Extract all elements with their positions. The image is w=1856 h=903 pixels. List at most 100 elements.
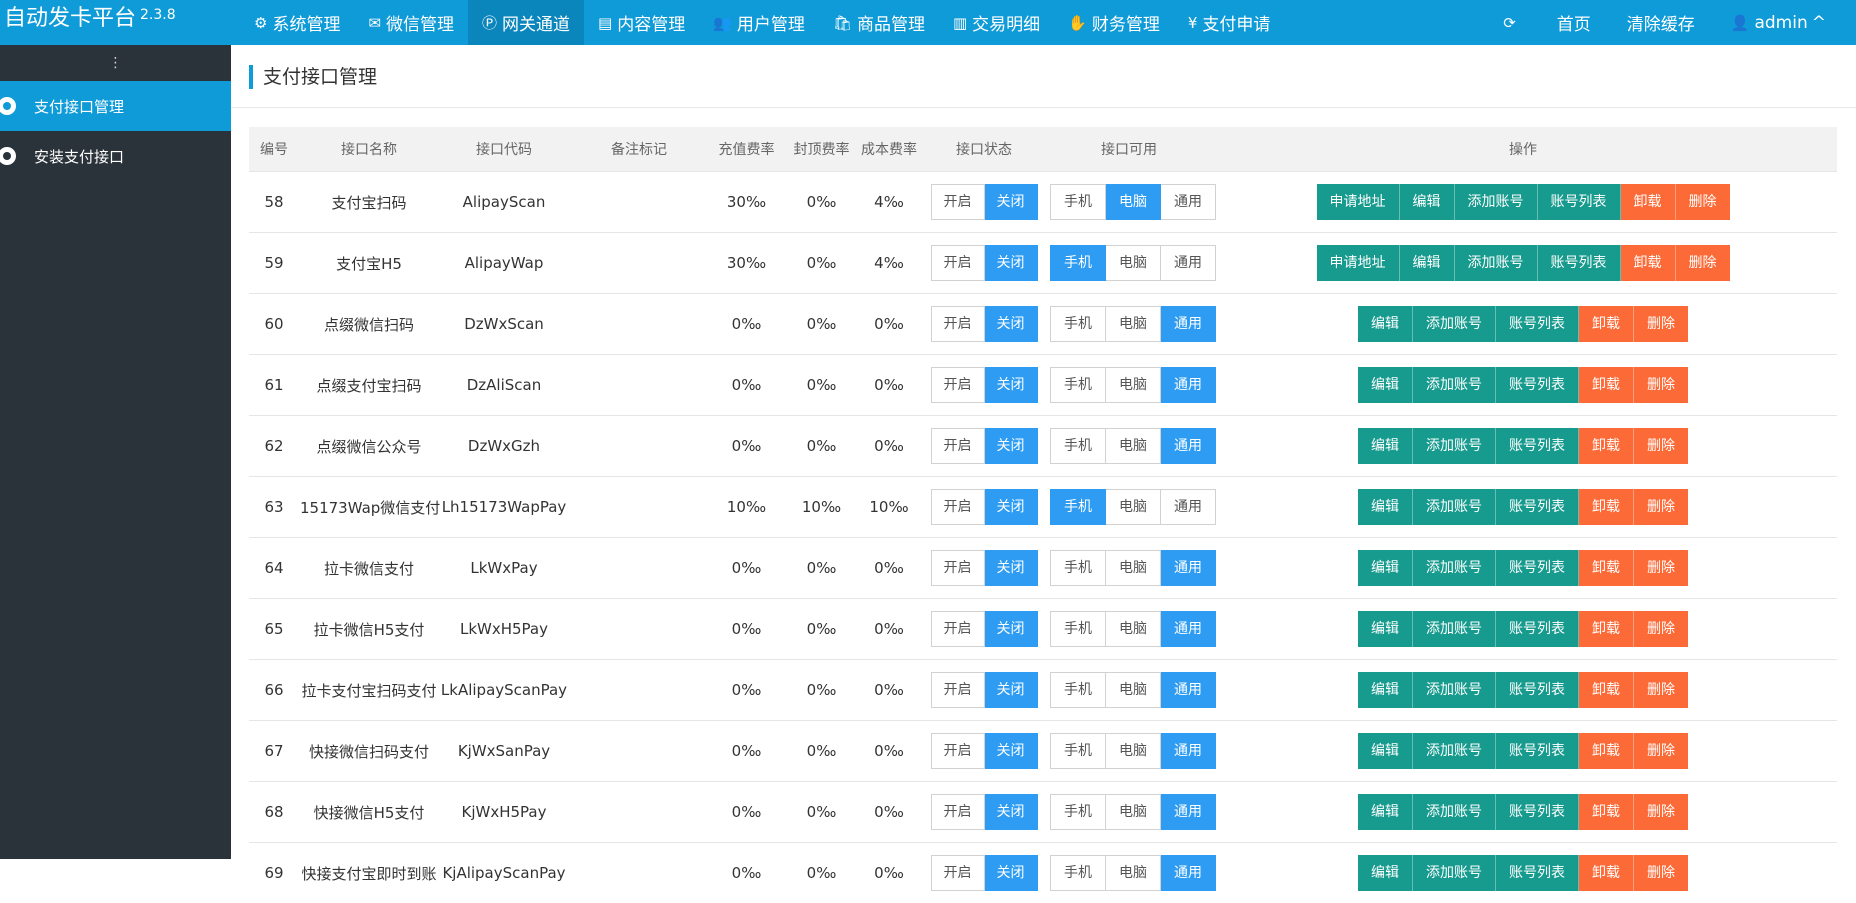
account-list-button[interactable]: 账号列表 xyxy=(1538,184,1621,220)
refresh-button[interactable]: ⟳ xyxy=(1485,0,1539,45)
status-option[interactable]: 关闭 xyxy=(985,306,1038,342)
availability-option[interactable]: 手机 xyxy=(1050,184,1106,220)
nav-item-4[interactable]: 👥用户管理 xyxy=(699,0,819,45)
status-option[interactable]: 开启 xyxy=(931,672,985,708)
availability-option[interactable]: 通用 xyxy=(1161,733,1216,769)
availability-option[interactable]: 电脑 xyxy=(1106,672,1161,708)
delete-button[interactable]: 删除 xyxy=(1634,306,1688,342)
unload-button[interactable]: 卸载 xyxy=(1579,855,1634,891)
sidebar-item-install-payment-interface[interactable]: 安装支付接口 xyxy=(0,131,231,181)
edit-button[interactable]: 编辑 xyxy=(1358,367,1413,403)
availability-option[interactable]: 电脑 xyxy=(1106,245,1161,281)
availability-option[interactable]: 手机 xyxy=(1050,611,1106,647)
unload-button[interactable]: 卸载 xyxy=(1579,794,1634,830)
add-account-button[interactable]: 添加账号 xyxy=(1413,367,1496,403)
status-option[interactable]: 开启 xyxy=(931,489,985,525)
account-list-button[interactable]: 账号列表 xyxy=(1496,733,1579,769)
status-option[interactable]: 开启 xyxy=(931,428,985,464)
availability-option[interactable]: 通用 xyxy=(1161,306,1216,342)
nav-item-3[interactable]: ▤内容管理 xyxy=(584,0,699,45)
nav-item-6[interactable]: ▥交易明细 xyxy=(939,0,1054,45)
unload-button[interactable]: 卸载 xyxy=(1579,489,1634,525)
status-option[interactable]: 开启 xyxy=(931,794,985,830)
status-option[interactable]: 关闭 xyxy=(985,672,1038,708)
status-option[interactable]: 关闭 xyxy=(985,611,1038,647)
delete-button[interactable]: 删除 xyxy=(1634,550,1688,586)
add-account-button[interactable]: 添加账号 xyxy=(1413,306,1496,342)
status-option[interactable]: 关闭 xyxy=(985,428,1038,464)
status-option[interactable]: 开启 xyxy=(931,733,985,769)
edit-button[interactable]: 编辑 xyxy=(1358,550,1413,586)
apply-button[interactable]: 申请地址 xyxy=(1317,245,1400,281)
availability-option[interactable]: 电脑 xyxy=(1106,306,1161,342)
availability-option[interactable]: 电脑 xyxy=(1106,489,1161,525)
availability-option[interactable]: 手机 xyxy=(1050,489,1106,525)
add-account-button[interactable]: 添加账号 xyxy=(1413,550,1496,586)
availability-option[interactable]: 电脑 xyxy=(1106,733,1161,769)
nav-item-7[interactable]: ✋财务管理 xyxy=(1054,0,1174,45)
edit-button[interactable]: 编辑 xyxy=(1358,428,1413,464)
availability-option[interactable]: 手机 xyxy=(1050,550,1106,586)
edit-button[interactable]: 编辑 xyxy=(1358,794,1413,830)
account-list-button[interactable]: 账号列表 xyxy=(1496,672,1579,708)
unload-button[interactable]: 卸载 xyxy=(1579,367,1634,403)
status-option[interactable]: 关闭 xyxy=(985,855,1038,891)
nav-item-0[interactable]: ⚙系统管理 xyxy=(240,0,354,45)
nav-item-8[interactable]: ¥支付申请 xyxy=(1174,0,1285,45)
add-account-button[interactable]: 添加账号 xyxy=(1413,428,1496,464)
account-list-button[interactable]: 账号列表 xyxy=(1496,367,1579,403)
delete-button[interactable]: 删除 xyxy=(1634,611,1688,647)
nav-item-5[interactable]: 🛍商品管理 xyxy=(819,0,939,45)
availability-option[interactable]: 电脑 xyxy=(1106,611,1161,647)
account-list-button[interactable]: 账号列表 xyxy=(1496,550,1579,586)
add-account-button[interactable]: 添加账号 xyxy=(1413,489,1496,525)
availability-option[interactable]: 手机 xyxy=(1050,794,1106,830)
status-option[interactable]: 关闭 xyxy=(985,367,1038,403)
edit-button[interactable]: 编辑 xyxy=(1400,245,1455,281)
availability-option[interactable]: 手机 xyxy=(1050,306,1106,342)
account-list-button[interactable]: 账号列表 xyxy=(1496,611,1579,647)
status-option[interactable]: 关闭 xyxy=(985,794,1038,830)
availability-option[interactable]: 通用 xyxy=(1161,550,1216,586)
availability-option[interactable]: 通用 xyxy=(1161,245,1216,281)
status-option[interactable]: 关闭 xyxy=(985,550,1038,586)
status-option[interactable]: 开启 xyxy=(931,367,985,403)
status-option[interactable]: 开启 xyxy=(931,611,985,647)
add-account-button[interactable]: 添加账号 xyxy=(1413,672,1496,708)
availability-option[interactable]: 通用 xyxy=(1161,855,1216,891)
availability-option[interactable]: 电脑 xyxy=(1106,550,1161,586)
delete-button[interactable]: 删除 xyxy=(1634,855,1688,891)
availability-option[interactable]: 通用 xyxy=(1161,794,1216,830)
status-option[interactable]: 关闭 xyxy=(985,245,1038,281)
delete-button[interactable]: 删除 xyxy=(1634,672,1688,708)
add-account-button[interactable]: 添加账号 xyxy=(1413,855,1496,891)
availability-option[interactable]: 电脑 xyxy=(1106,428,1161,464)
unload-button[interactable]: 卸载 xyxy=(1579,306,1634,342)
availability-option[interactable]: 手机 xyxy=(1050,245,1106,281)
edit-button[interactable]: 编辑 xyxy=(1358,611,1413,647)
status-option[interactable]: 关闭 xyxy=(985,733,1038,769)
status-option[interactable]: 开启 xyxy=(931,245,985,281)
delete-button[interactable]: 删除 xyxy=(1676,184,1730,220)
account-list-button[interactable]: 账号列表 xyxy=(1496,306,1579,342)
status-option[interactable]: 开启 xyxy=(931,855,985,891)
status-option[interactable]: 关闭 xyxy=(985,489,1038,525)
unload-button[interactable]: 卸载 xyxy=(1579,733,1634,769)
apply-button[interactable]: 申请地址 xyxy=(1317,184,1400,220)
sidebar-item-payment-interface-manage[interactable]: 支付接口管理 xyxy=(0,81,231,131)
account-list-button[interactable]: 账号列表 xyxy=(1496,428,1579,464)
availability-option[interactable]: 手机 xyxy=(1050,672,1106,708)
unload-button[interactable]: 卸载 xyxy=(1579,550,1634,586)
edit-button[interactable]: 编辑 xyxy=(1358,855,1413,891)
availability-option[interactable]: 电脑 xyxy=(1106,184,1161,220)
unload-button[interactable]: 卸载 xyxy=(1579,672,1634,708)
availability-option[interactable]: 通用 xyxy=(1161,184,1216,220)
account-list-button[interactable]: 账号列表 xyxy=(1496,855,1579,891)
unload-button[interactable]: 卸载 xyxy=(1621,184,1676,220)
status-option[interactable]: 开启 xyxy=(931,184,985,220)
availability-option[interactable]: 手机 xyxy=(1050,733,1106,769)
availability-option[interactable]: 电脑 xyxy=(1106,855,1161,891)
status-option[interactable]: 开启 xyxy=(931,550,985,586)
availability-option[interactable]: 手机 xyxy=(1050,367,1106,403)
add-account-button[interactable]: 添加账号 xyxy=(1413,733,1496,769)
